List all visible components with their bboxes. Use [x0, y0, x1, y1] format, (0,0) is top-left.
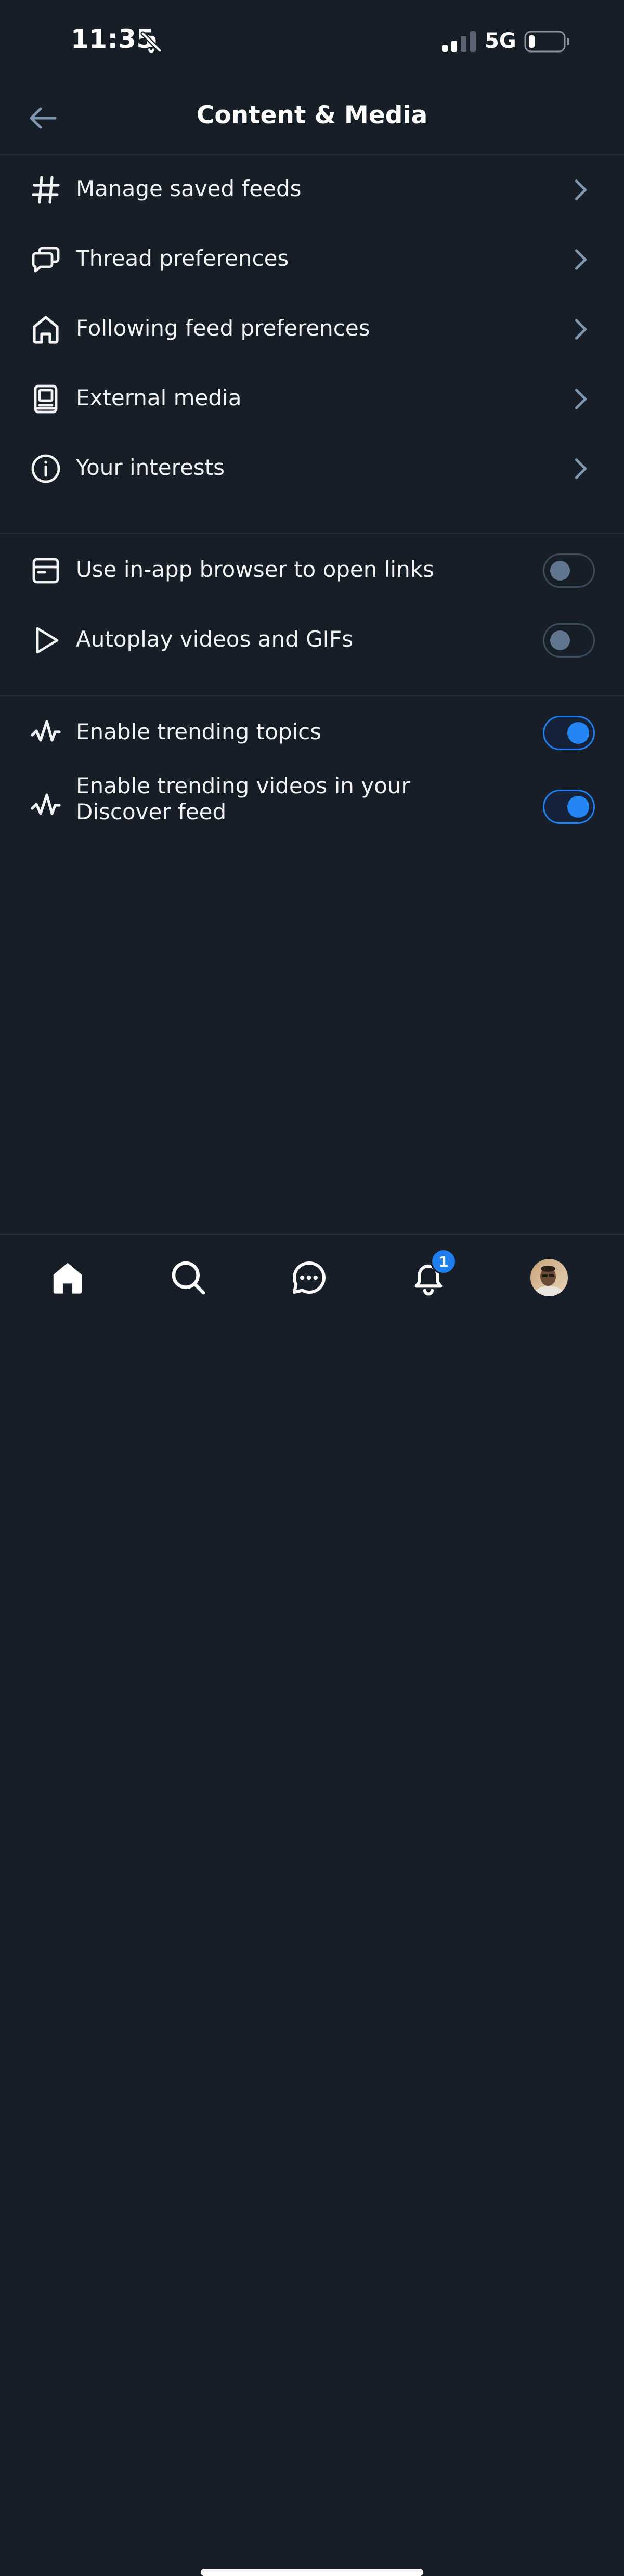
notification-badge: 1	[431, 1248, 457, 1274]
media-icon	[34, 384, 58, 414]
info-icon	[31, 454, 60, 483]
external-media-row[interactable]: External media	[0, 364, 624, 434]
row-label: Enable trending topics	[76, 719, 322, 744]
network-type: 5G	[485, 29, 516, 53]
home-icon	[33, 316, 59, 344]
row-label: Following feed preferences	[76, 315, 370, 341]
avatar	[530, 1259, 568, 1296]
trending-videos-toggle[interactable]	[543, 790, 595, 824]
toggle-knob	[550, 630, 570, 650]
chevron-right-icon	[575, 319, 587, 340]
play-icon	[36, 627, 59, 654]
in-app-browser-row[interactable]: Use in-app browser to open links	[0, 536, 624, 606]
row-label: Manage saved feeds	[76, 176, 302, 201]
tab-home[interactable]	[46, 1256, 89, 1299]
chevron-right-icon	[575, 179, 587, 200]
in-app-browser-toggle[interactable]	[543, 553, 595, 588]
search-icon	[172, 1261, 205, 1295]
hashtag-icon	[32, 176, 60, 204]
chevron-right-icon	[575, 389, 587, 409]
trending-icon	[31, 720, 61, 742]
toggle-knob	[550, 561, 570, 581]
trending-topics-row[interactable]: Enable trending topics	[0, 698, 624, 768]
browser-window-icon	[32, 558, 59, 584]
header: Content & Media	[0, 83, 624, 155]
row-label: Use in-app browser to open links	[76, 557, 434, 582]
chevron-right-icon	[575, 249, 587, 270]
thread-preferences-row[interactable]: Thread preferences	[0, 225, 624, 294]
row-label: Enable trending videos in your Discover …	[76, 773, 410, 825]
manage-saved-feeds-row[interactable]: Manage saved feeds	[0, 155, 624, 225]
tab-search[interactable]	[166, 1256, 210, 1299]
autoplay-toggle[interactable]	[543, 623, 595, 658]
your-interests-row[interactable]: Your interests	[0, 434, 624, 504]
tab-profile[interactable]	[527, 1256, 571, 1299]
following-feed-preferences-row[interactable]: Following feed preferences	[0, 294, 624, 364]
home-icon	[53, 1263, 82, 1294]
trending-videos-row[interactable]: Enable trending videos in your Discover …	[0, 768, 624, 846]
row-label: Thread preferences	[76, 246, 289, 271]
navigation-section: Manage saved feeds Thread preferences Fo…	[0, 155, 624, 504]
bell-off-icon	[140, 31, 162, 53]
row-label: Your interests	[76, 455, 225, 480]
trending-section: Enable trending topics Enable trending v…	[0, 695, 624, 846]
chat-icon	[292, 1261, 326, 1294]
row-label: External media	[76, 385, 242, 410]
trending-icon	[31, 793, 61, 815]
status-bar: 11:35 5G	[0, 0, 624, 83]
chevron-right-icon	[575, 458, 587, 479]
page-title: Content & Media	[196, 101, 428, 130]
row-label: Autoplay videos and GIFs	[76, 626, 354, 652]
toggle-knob	[567, 796, 589, 818]
battery-icon	[524, 31, 569, 53]
toggle-knob	[567, 722, 589, 744]
chat-bubbles-icon	[32, 247, 60, 273]
signal-icon	[442, 31, 476, 52]
browser-settings-section: Use in-app browser to open links Autopla…	[0, 533, 624, 675]
tab-messages[interactable]	[287, 1256, 331, 1299]
home-indicator	[201, 2569, 423, 2576]
autoplay-row[interactable]: Autoplay videos and GIFs	[0, 606, 624, 675]
trending-topics-toggle[interactable]	[543, 716, 595, 750]
tab-bar: 1	[0, 1234, 624, 2576]
